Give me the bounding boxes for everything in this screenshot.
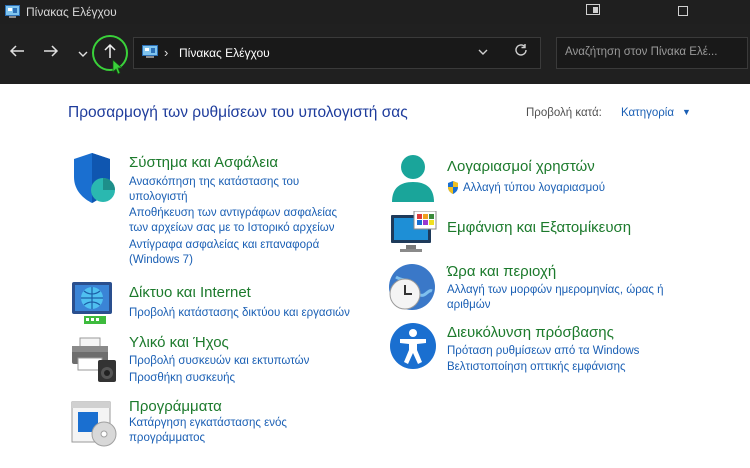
title-bar: Πίνακας Ελέγχου [0, 0, 750, 24]
category-title-clock-region[interactable]: Ώρα και περιοχή [447, 263, 556, 280]
appearance-monitor-icon [390, 210, 440, 258]
link-uninstall-program-cont[interactable]: προγράμματος [129, 432, 205, 444]
view-by-chevron-icon[interactable]: ▼ [682, 107, 691, 117]
category-title-network-internet[interactable]: Δίκτυο και Internet [129, 284, 251, 301]
link-change-date-formats-cont[interactable]: αριθμών [447, 299, 491, 311]
refresh-icon[interactable] [514, 43, 528, 61]
page-heading: Προσαρμογή των ρυθμίσεων του υπολογιστή … [68, 104, 408, 121]
link-change-date-formats[interactable]: Αλλαγή των μορφών ημερομηνίας, ώρας ή [447, 284, 664, 296]
forward-button[interactable] [40, 43, 62, 65]
search-box[interactable]: Αναζήτηση στον Πίνακα Ελέ... [556, 37, 748, 69]
programs-icon [70, 400, 120, 453]
link-optimize-visual[interactable]: Βελτιστοποίηση οπτικής εμφάνισης [447, 361, 626, 373]
category-title-hardware-sound[interactable]: Υλικό και Ήχος [129, 334, 229, 351]
view-by-dropdown[interactable]: Κατηγορία [621, 107, 674, 119]
link-file-history[interactable]: Αποθήκευση των αντιγράφων ασφαλείας [129, 207, 337, 219]
category-title-programs[interactable]: Προγράμματα [129, 398, 222, 415]
mouse-cursor-icon [112, 59, 124, 80]
link-review-status-cont[interactable]: υπολογιστή [129, 191, 188, 203]
breadcrumb-separator: › [164, 45, 169, 60]
link-network-status[interactable]: Προβολή κατάστασης δικτύου και εργασιών [129, 307, 350, 319]
link-file-history-cont[interactable]: των αρχείων σας με το Ιστορικό αρχείων [129, 222, 335, 234]
category-title-user-accounts[interactable]: Λογαριασμοί χρηστών [447, 158, 595, 175]
search-input[interactable]: Αναζήτηση στον Πίνακα Ελέ... [565, 46, 717, 58]
link-uninstall-program[interactable]: Κατάργηση εγκατάστασης ενός [129, 417, 287, 429]
window-title: Πίνακας Ελέγχου [26, 5, 117, 19]
category-title-ease-of-access[interactable]: Διευκόλυνση πρόσβασης [447, 324, 614, 341]
address-dropdown-icon[interactable] [478, 44, 488, 59]
link-add-device[interactable]: Προσθήκη συσκευής [129, 372, 235, 384]
link-backup-restore-cont[interactable]: (Windows 7) [129, 254, 193, 266]
navigation-bar: › Πίνακας Ελέγχου Αναζήτηση στον Πίνακα … [0, 24, 750, 84]
category-title-system-security[interactable]: Σύστημα και Ασφάλεια [129, 154, 278, 171]
uac-shield-icon [447, 181, 459, 199]
snap-icon[interactable] [570, 0, 616, 24]
link-backup-restore[interactable]: Αντίγραφα ασφαλείας και επαναφορά [129, 239, 319, 251]
address-bar[interactable]: › Πίνακας Ελέγχου [133, 37, 541, 69]
accessibility-icon [389, 322, 437, 375]
link-devices-printers[interactable]: Προβολή συσκευών και εκτυπωτών [129, 355, 309, 367]
view-by-label: Προβολή κατά: [526, 107, 602, 119]
link-review-status[interactable]: Ανασκόπηση της κατάστασης του [129, 176, 299, 188]
recent-locations-chevron-icon[interactable] [72, 43, 94, 65]
back-button[interactable] [6, 43, 28, 65]
printer-speaker-icon [70, 336, 120, 389]
security-shield-icon [70, 153, 120, 210]
control-panel-icon [5, 5, 20, 23]
category-title-appearance-personalization[interactable]: Εμφάνιση και Εξατομίκευση [447, 219, 631, 236]
user-account-icon [390, 154, 436, 209]
breadcrumb-control-panel[interactable]: Πίνακας Ελέγχου [179, 46, 270, 60]
control-panel-icon [142, 45, 158, 64]
link-recommend-settings[interactable]: Πρόταση ρυθμίσεων από τα Windows [447, 345, 639, 357]
clock-globe-icon [388, 263, 438, 318]
maximize-button[interactable] [660, 0, 706, 24]
link-change-account-type[interactable]: Αλλαγή τύπου λογαριασμού [463, 182, 605, 194]
network-globe-icon [70, 280, 118, 333]
